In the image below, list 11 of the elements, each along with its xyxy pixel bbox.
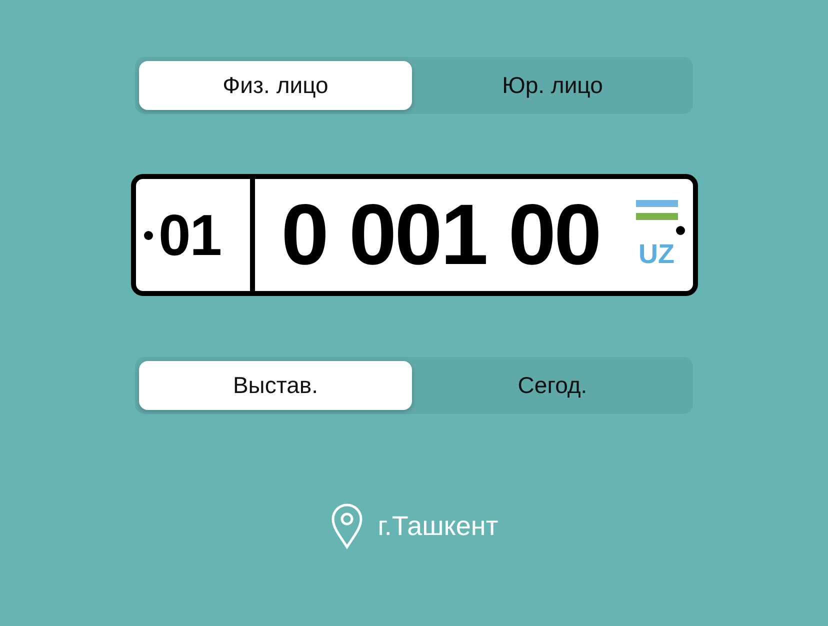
country-code: UZ xyxy=(638,239,674,270)
plate-number: 0 001 00 xyxy=(281,186,600,284)
sort-tab[interactable]: Выстав. xyxy=(139,361,412,410)
sort-tab[interactable]: Сегод. xyxy=(416,361,689,410)
rivet-icon xyxy=(144,230,152,240)
person-type-tab[interactable]: Физ. лицо xyxy=(139,61,412,110)
plate-region-code: 01 xyxy=(158,202,222,268)
location-pin-icon xyxy=(330,502,364,550)
rivet-icon xyxy=(676,226,684,235)
flag-icon xyxy=(636,200,678,222)
person-type-tab[interactable]: Юр. лицо xyxy=(416,61,689,110)
